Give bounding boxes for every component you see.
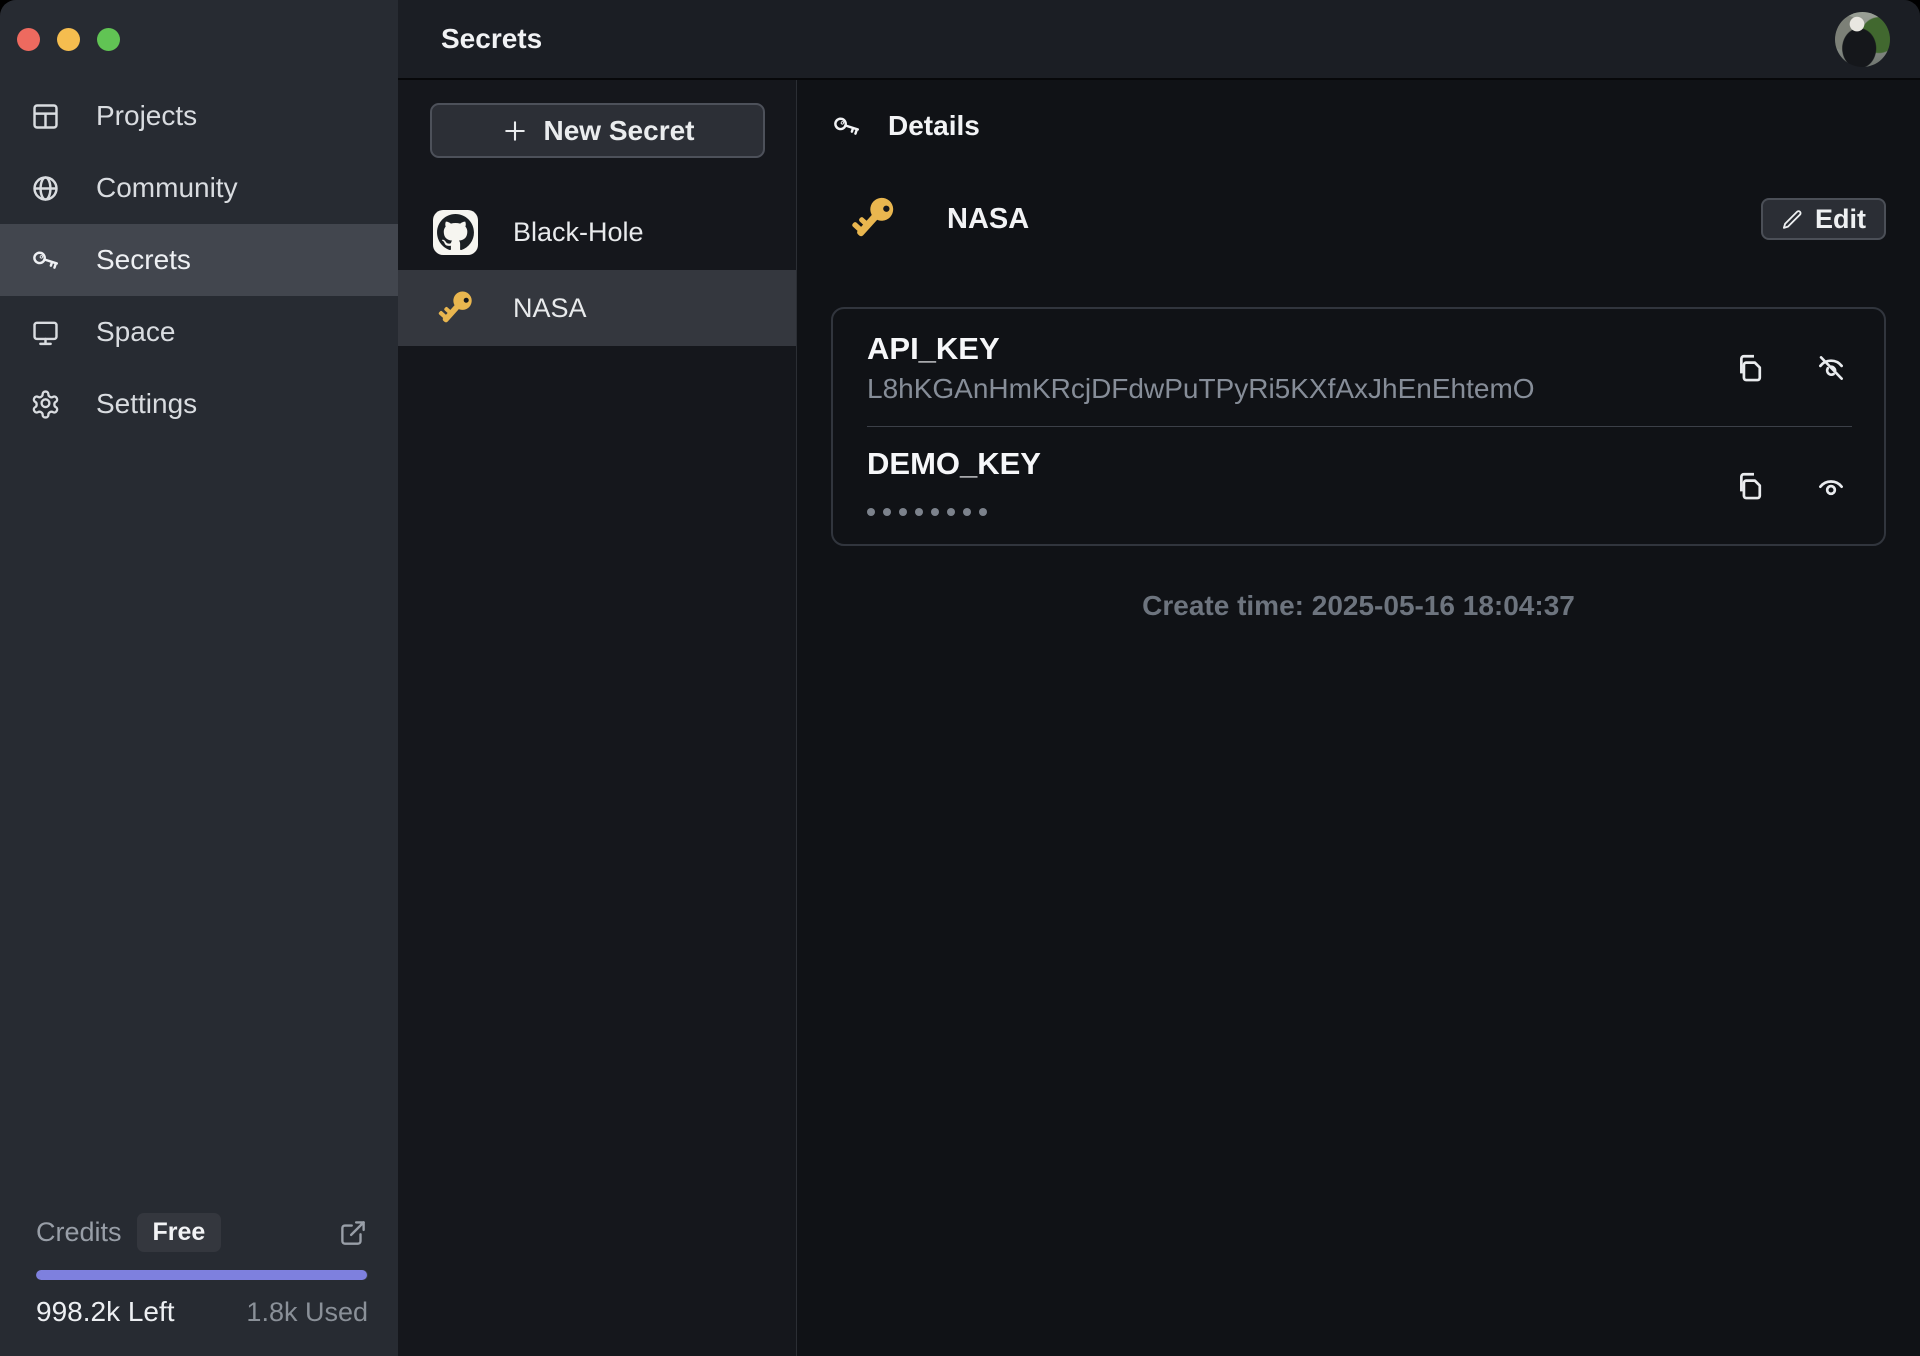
credits-external-link-button[interactable] [338,1218,368,1248]
masked-value-dots [867,498,1734,526]
field-key: API_KEY [867,331,1734,367]
secret-list: Black-Hole NASA [398,194,796,346]
sidebar-item-label: Projects [96,100,197,132]
sidebar-item-community[interactable]: Community [0,152,398,224]
main-area: Secrets New Secret [398,0,1920,1356]
sidebar-item-projects[interactable]: Projects [0,80,398,152]
projects-icon [30,101,61,132]
sidebar-item-secrets[interactable]: Secrets [0,224,398,296]
mask-dot [883,508,891,516]
secret-item-name: Black-Hole [513,217,644,248]
sidebar-item-label: Space [96,316,175,348]
traffic-lights [0,0,398,51]
gold-key-icon [433,286,478,331]
details-title: Details [888,110,980,142]
details-panel: Details NASA Edit API_KEY L8hKGAnHmKRcjD… [797,80,1920,1356]
copy-button[interactable] [1734,469,1768,503]
mask-dot [947,508,955,516]
credits-progress-track [36,1270,368,1280]
secret-item-name: NASA [513,293,587,324]
sidebar-item-settings[interactable]: Settings [0,368,398,440]
globe-icon [30,173,61,204]
field-row-demo-key: DEMO_KEY [833,427,1884,544]
new-secret-label: New Secret [544,115,695,147]
sidebar-item-label: Settings [96,388,197,420]
credits-label: Credits [36,1217,122,1248]
credits-used-text: 1.8k Used [246,1297,368,1328]
copy-icon [1734,469,1768,503]
app-window: Projects Community Secrets Space Setting… [0,0,1920,1356]
field-key: DEMO_KEY [867,446,1734,482]
titlebar: Secrets [398,0,1920,80]
credits-left-text: 998.2k Left [36,1296,175,1328]
user-avatar[interactable] [1835,12,1890,67]
plan-badge: Free [137,1213,222,1252]
mask-dot [915,508,923,516]
secret-name: NASA [947,203,1029,236]
external-link-icon [338,1218,368,1248]
credits-progress-fill [36,1270,367,1280]
sidebar: Projects Community Secrets Space Setting… [0,0,398,1356]
copy-icon [1734,351,1768,385]
copy-button[interactable] [1734,351,1768,385]
key-icon [30,245,61,276]
field-value: L8hKGAnHmKRcjDFdwPuTPyRi5KXfAxJhEnEhtemO [867,373,1734,405]
sidebar-nav: Projects Community Secrets Space Setting… [0,80,398,440]
secret-name-row: NASA Edit [831,191,1886,247]
sidebar-item-label: Community [96,172,238,204]
mask-dot [899,508,907,516]
content: New Secret Black-Hole N [398,80,1920,1356]
eye-icon [1814,469,1848,503]
mask-dot [979,508,987,516]
gold-key-icon [845,191,901,247]
create-time-text: Create time: 2025-05-16 18:04:37 [831,590,1886,622]
mask-dot [963,508,971,516]
hide-value-button[interactable] [1814,351,1848,385]
minimize-button[interactable] [57,28,80,51]
show-value-button[interactable] [1814,469,1848,503]
eye-off-icon [1814,351,1848,385]
gear-icon [30,389,61,420]
edit-button[interactable]: Edit [1761,198,1886,240]
sidebar-item-label: Secrets [96,244,191,276]
new-secret-button[interactable]: New Secret [430,103,765,158]
secret-fields-card: API_KEY L8hKGAnHmKRcjDFdwPuTPyRi5KXfAxJh… [831,307,1886,546]
github-icon [433,210,478,255]
close-button[interactable] [17,28,40,51]
mask-dot [867,508,875,516]
credits-section: Credits Free 998.2k Left 1.8k Used [0,1213,398,1356]
secrets-list-panel: New Secret Black-Hole N [398,80,797,1356]
monitor-icon [30,317,61,348]
edit-button-label: Edit [1815,204,1866,235]
zoom-button[interactable] [97,28,120,51]
key-icon [831,111,862,142]
page-title: Secrets [441,23,542,55]
plus-icon [501,117,529,145]
secret-list-item-nasa[interactable]: NASA [398,270,796,346]
secret-list-item-black-hole[interactable]: Black-Hole [398,194,796,270]
mask-dot [931,508,939,516]
details-header: Details [831,110,1886,142]
pencil-icon [1781,208,1804,231]
field-row-api-key: API_KEY L8hKGAnHmKRcjDFdwPuTPyRi5KXfAxJh… [833,309,1884,426]
sidebar-item-space[interactable]: Space [0,296,398,368]
